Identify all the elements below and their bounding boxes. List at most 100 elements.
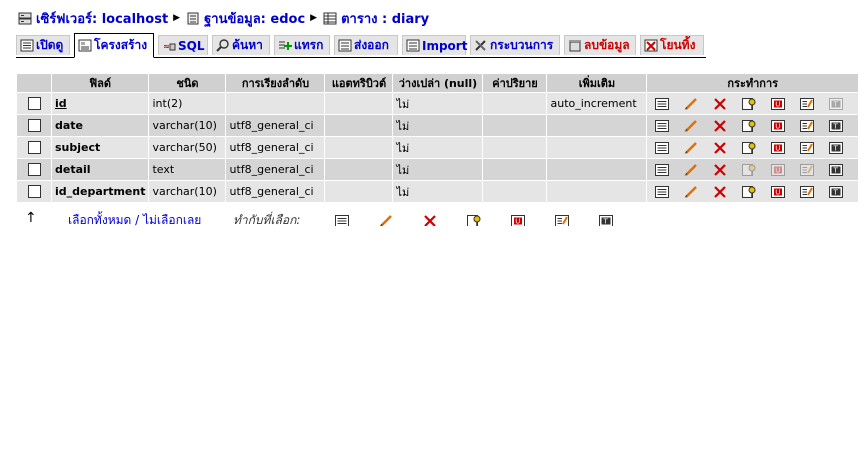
primary-key-icon[interactable] xyxy=(741,97,757,111)
fulltext-icon[interactable]: T xyxy=(828,163,844,177)
tab-browse[interactable]: เปิดดู xyxy=(16,35,70,55)
structure-table: ฟิลด์ ชนิด การเรียงลำดับ แอตทริบิวต์ ว่า… xyxy=(16,73,859,203)
primary-key-icon[interactable] xyxy=(466,214,482,226)
cell-extra: auto_increment xyxy=(547,93,647,114)
chevron-right-icon: ▶ xyxy=(173,13,181,23)
index-icon[interactable] xyxy=(799,163,815,177)
delete-icon[interactable] xyxy=(422,214,438,226)
svg-text:U: U xyxy=(776,188,781,196)
header-collation: การเรียงลำดับ xyxy=(226,74,325,92)
field-name: id_department xyxy=(55,185,146,198)
delete-icon[interactable] xyxy=(712,163,728,177)
pencil-icon[interactable] xyxy=(683,163,699,177)
primary-key-icon[interactable] xyxy=(741,141,757,155)
with-selected-label: ทำกับที่เลือก: xyxy=(233,213,301,226)
row-checkbox-cell xyxy=(17,159,51,180)
tab-label: SQL xyxy=(178,38,205,53)
pencil-icon[interactable] xyxy=(683,141,699,155)
cell-actions: UT xyxy=(647,159,858,180)
browse-icon[interactable] xyxy=(334,214,350,226)
cell-attributes xyxy=(325,159,393,180)
index-icon[interactable] xyxy=(799,119,815,133)
tab-search[interactable]: ค้นหา xyxy=(212,35,270,55)
structure-icon xyxy=(78,39,92,52)
tab-label: กระบวนการ xyxy=(490,38,554,52)
row-checkbox[interactable] xyxy=(27,97,41,111)
header-type: ชนิด xyxy=(149,74,226,92)
cell-actions: UT xyxy=(647,137,858,158)
svg-text:U: U xyxy=(776,166,781,174)
cell-collation: utf8_general_ci xyxy=(226,159,325,180)
index-icon[interactable] xyxy=(554,214,570,226)
unique-icon[interactable]: U xyxy=(770,97,786,111)
operations-icon xyxy=(474,39,488,52)
fulltext-icon[interactable]: T xyxy=(828,185,844,199)
primary-key-icon[interactable] xyxy=(741,163,757,177)
server-icon xyxy=(18,12,32,25)
pencil-icon[interactable] xyxy=(683,185,699,199)
header-null: ว่างเปล่า (null) xyxy=(393,74,483,92)
breadcrumb-database[interactable]: ฐานข้อมูล: edoc xyxy=(204,8,305,29)
svg-text:U: U xyxy=(776,100,781,108)
cell-collation: utf8_general_ci xyxy=(226,115,325,136)
index-icon[interactable] xyxy=(799,141,815,155)
delete-icon[interactable] xyxy=(712,119,728,133)
unique-icon[interactable]: U xyxy=(770,185,786,199)
row-checkbox[interactable] xyxy=(27,185,41,199)
table-row: id int(2) ไม่ auto_increment U T xyxy=(17,93,858,114)
tab-export[interactable]: ส่งออก xyxy=(334,35,398,55)
tab-drop[interactable]: โยนทิ้ง xyxy=(640,35,704,55)
cell-field: date xyxy=(52,115,149,136)
pencil-icon[interactable] xyxy=(378,214,394,226)
tab-operations[interactable]: กระบวนการ xyxy=(470,35,560,55)
select-all-link[interactable]: เลือกทั้งหมด / ไม่เลือกเลย xyxy=(68,211,201,226)
browse-icon[interactable] xyxy=(654,141,670,155)
breadcrumb-server[interactable]: เซิร์ฟเวอร์: localhost xyxy=(36,8,168,29)
tab-structure[interactable]: โครงสร้าง xyxy=(74,33,154,58)
cell-default xyxy=(483,93,547,114)
tab-label: โยนทิ้ง xyxy=(660,38,696,52)
tab-import[interactable]: Import xyxy=(402,35,468,55)
fulltext-icon[interactable]: T xyxy=(598,214,614,226)
unique-icon[interactable]: U xyxy=(770,141,786,155)
pencil-icon[interactable] xyxy=(683,97,699,111)
tab-label: Import xyxy=(422,38,468,53)
tab-insert[interactable]: แทรก xyxy=(274,35,330,55)
browse-icon[interactable] xyxy=(654,119,670,133)
svg-text:U: U xyxy=(776,122,781,130)
primary-key-icon[interactable] xyxy=(741,119,757,133)
field-name: id xyxy=(55,97,67,110)
cell-actions: UT xyxy=(647,115,858,136)
fulltext-icon[interactable]: T xyxy=(828,141,844,155)
insert-icon xyxy=(278,39,292,52)
row-checkbox[interactable] xyxy=(27,141,41,155)
unique-icon[interactable]: U xyxy=(770,163,786,177)
index-icon[interactable] xyxy=(799,97,815,111)
with-selected-actions: UT xyxy=(334,214,614,226)
browse-icon[interactable] xyxy=(654,185,670,199)
fulltext-icon[interactable]: T xyxy=(828,97,844,111)
browse-icon[interactable] xyxy=(654,97,670,111)
cell-extra xyxy=(547,115,647,136)
fulltext-icon[interactable]: T xyxy=(828,119,844,133)
delete-icon[interactable] xyxy=(712,185,728,199)
index-icon[interactable] xyxy=(799,185,815,199)
row-checkbox[interactable] xyxy=(27,119,41,133)
cell-attributes xyxy=(325,115,393,136)
tab-sql[interactable]: ≈ SQL xyxy=(158,35,208,55)
cell-extra xyxy=(547,159,647,180)
unique-icon[interactable]: U xyxy=(770,119,786,133)
cell-extra xyxy=(547,137,647,158)
pencil-icon[interactable] xyxy=(683,119,699,133)
breadcrumb-table[interactable]: ตาราง : diary xyxy=(341,8,429,29)
field-name: date xyxy=(55,119,84,132)
primary-key-icon[interactable] xyxy=(741,185,757,199)
delete-icon[interactable] xyxy=(712,141,728,155)
row-checkbox[interactable] xyxy=(27,163,41,177)
tab-empty[interactable]: ลบข้อมูล xyxy=(564,35,636,55)
cell-field: detail xyxy=(52,159,149,180)
browse-icon[interactable] xyxy=(654,163,670,177)
row-checkbox-cell xyxy=(17,93,51,114)
delete-icon[interactable] xyxy=(712,97,728,111)
unique-icon[interactable]: U xyxy=(510,214,526,226)
